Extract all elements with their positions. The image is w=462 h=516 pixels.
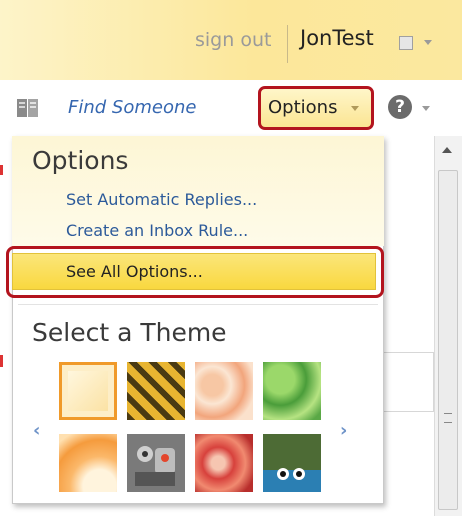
find-someone-link[interactable]: Find Someone [68,97,196,118]
robot-icon [127,434,185,492]
creature-icon [263,434,321,492]
see-all-options-label[interactable]: See All Options... [66,262,203,281]
theme-tile-default-yellow[interactable] [59,362,117,420]
background-fragment [0,165,3,175]
theme-preview [68,371,108,411]
theme-tile-red-floral[interactable] [195,434,253,492]
theme-tile-peach-flowers[interactable] [195,362,253,420]
user-status-icon[interactable] [399,36,413,50]
theme-next-icon[interactable]: › [340,420,347,441]
theme-tile-yellow-stripes[interactable] [127,362,185,420]
chevron-down-icon[interactable] [424,40,432,45]
header-separator [287,25,288,63]
theme-prev-icon[interactable]: ‹ [33,420,40,441]
message-preview-card [376,352,434,412]
background-fragment [0,355,3,367]
grip-icon [444,413,452,423]
username-menu[interactable]: JonTest [300,26,374,50]
menu-heading: Options [32,146,129,175]
scroll-thumb[interactable] [438,170,458,510]
chevron-down-icon[interactable] [351,106,359,111]
create-inbox-rule-item[interactable]: Create an Inbox Rule... [66,221,248,240]
theme-heading: Select a Theme [32,318,227,347]
menu-divider [18,304,378,305]
theme-tile-robot[interactable] [127,434,185,492]
theme-tile-orange-swirl[interactable] [59,434,117,492]
chevron-down-icon[interactable] [422,106,430,111]
options-button-label[interactable]: Options [268,97,337,118]
set-automatic-replies-item[interactable]: Set Automatic Replies... [66,190,257,209]
theme-tile-cartoon-creature[interactable] [263,434,321,492]
help-icon[interactable]: ? [388,95,412,119]
theme-tile-green-leaves[interactable] [263,362,321,420]
sign-out-link[interactable]: sign out [195,29,271,51]
address-book-icon[interactable] [14,96,42,120]
scroll-up-arrow-icon[interactable] [442,147,452,153]
